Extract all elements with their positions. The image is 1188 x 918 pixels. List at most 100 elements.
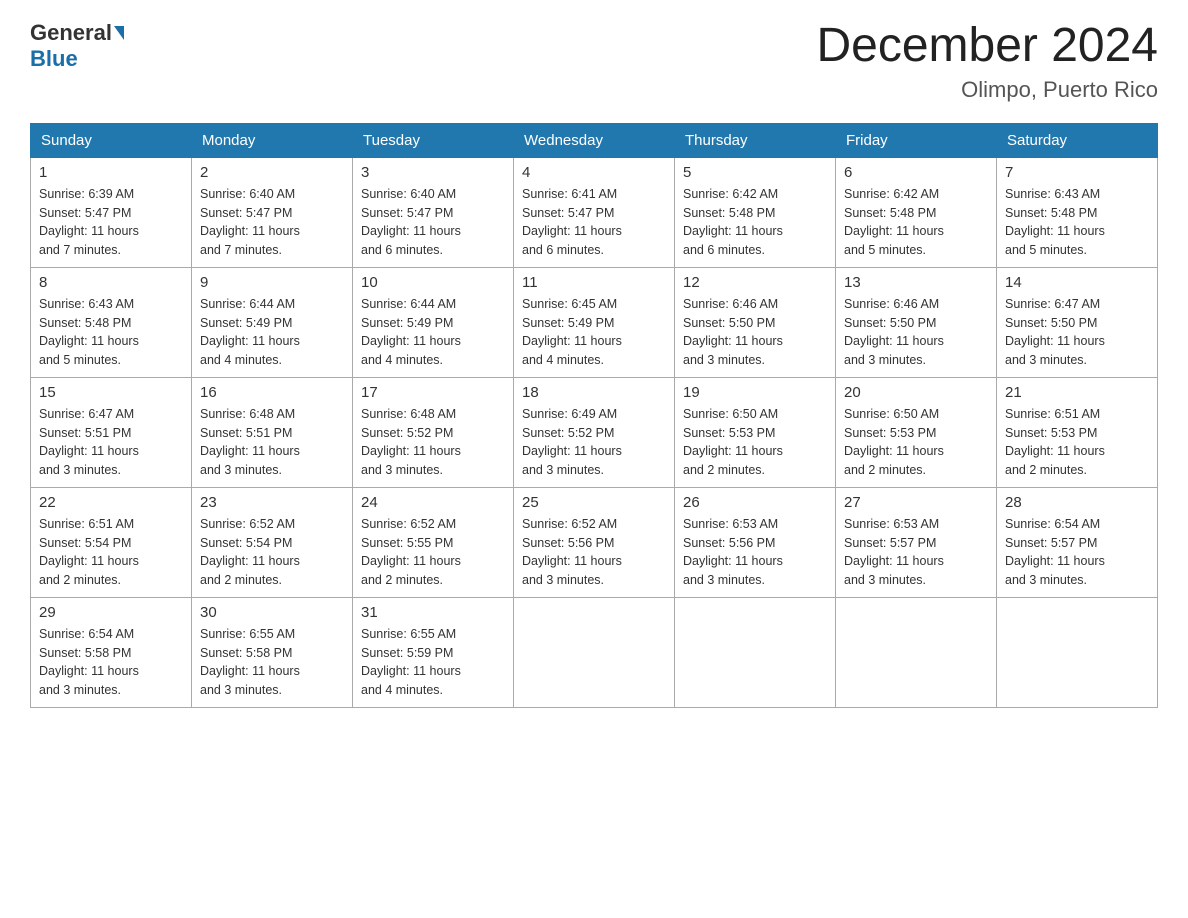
day-number: 17 xyxy=(361,384,505,401)
day-number: 31 xyxy=(361,604,505,621)
calendar-week-3: 15 Sunrise: 6:47 AM Sunset: 5:51 PM Dayl… xyxy=(31,377,1158,487)
day-info: Sunrise: 6:52 AM Sunset: 5:54 PM Dayligh… xyxy=(200,515,344,590)
day-number: 26 xyxy=(683,494,827,511)
day-info: Sunrise: 6:50 AM Sunset: 5:53 PM Dayligh… xyxy=(844,405,988,480)
table-row: 5 Sunrise: 6:42 AM Sunset: 5:48 PM Dayli… xyxy=(675,157,836,267)
calendar-header-row: Sunday Monday Tuesday Wednesday Thursday… xyxy=(31,123,1158,157)
day-number: 15 xyxy=(39,384,183,401)
day-number: 5 xyxy=(683,164,827,181)
table-row: 24 Sunrise: 6:52 AM Sunset: 5:55 PM Dayl… xyxy=(353,487,514,597)
day-info: Sunrise: 6:48 AM Sunset: 5:52 PM Dayligh… xyxy=(361,405,505,480)
day-info: Sunrise: 6:46 AM Sunset: 5:50 PM Dayligh… xyxy=(844,295,988,370)
calendar-week-2: 8 Sunrise: 6:43 AM Sunset: 5:48 PM Dayli… xyxy=(31,267,1158,377)
day-number: 19 xyxy=(683,384,827,401)
day-info: Sunrise: 6:55 AM Sunset: 5:59 PM Dayligh… xyxy=(361,625,505,700)
day-info: Sunrise: 6:48 AM Sunset: 5:51 PM Dayligh… xyxy=(200,405,344,480)
day-info: Sunrise: 6:39 AM Sunset: 5:47 PM Dayligh… xyxy=(39,185,183,260)
day-info: Sunrise: 6:51 AM Sunset: 5:53 PM Dayligh… xyxy=(1005,405,1149,480)
logo-general-text: General xyxy=(30,20,112,46)
table-row xyxy=(836,597,997,707)
col-thursday: Thursday xyxy=(675,123,836,157)
col-tuesday: Tuesday xyxy=(353,123,514,157)
table-row: 7 Sunrise: 6:43 AM Sunset: 5:48 PM Dayli… xyxy=(997,157,1158,267)
table-row: 10 Sunrise: 6:44 AM Sunset: 5:49 PM Dayl… xyxy=(353,267,514,377)
table-row: 22 Sunrise: 6:51 AM Sunset: 5:54 PM Dayl… xyxy=(31,487,192,597)
col-sunday: Sunday xyxy=(31,123,192,157)
table-row: 25 Sunrise: 6:52 AM Sunset: 5:56 PM Dayl… xyxy=(514,487,675,597)
table-row: 6 Sunrise: 6:42 AM Sunset: 5:48 PM Dayli… xyxy=(836,157,997,267)
day-number: 16 xyxy=(200,384,344,401)
day-number: 6 xyxy=(844,164,988,181)
day-info: Sunrise: 6:45 AM Sunset: 5:49 PM Dayligh… xyxy=(522,295,666,370)
day-info: Sunrise: 6:52 AM Sunset: 5:56 PM Dayligh… xyxy=(522,515,666,590)
col-saturday: Saturday xyxy=(997,123,1158,157)
col-friday: Friday xyxy=(836,123,997,157)
day-number: 14 xyxy=(1005,274,1149,291)
day-number: 20 xyxy=(844,384,988,401)
day-number: 12 xyxy=(683,274,827,291)
day-number: 30 xyxy=(200,604,344,621)
table-row: 16 Sunrise: 6:48 AM Sunset: 5:51 PM Dayl… xyxy=(192,377,353,487)
day-info: Sunrise: 6:44 AM Sunset: 5:49 PM Dayligh… xyxy=(361,295,505,370)
day-info: Sunrise: 6:40 AM Sunset: 5:47 PM Dayligh… xyxy=(361,185,505,260)
table-row: 30 Sunrise: 6:55 AM Sunset: 5:58 PM Dayl… xyxy=(192,597,353,707)
table-row: 21 Sunrise: 6:51 AM Sunset: 5:53 PM Dayl… xyxy=(997,377,1158,487)
table-row: 28 Sunrise: 6:54 AM Sunset: 5:57 PM Dayl… xyxy=(997,487,1158,597)
day-number: 25 xyxy=(522,494,666,511)
table-row: 2 Sunrise: 6:40 AM Sunset: 5:47 PM Dayli… xyxy=(192,157,353,267)
day-number: 23 xyxy=(200,494,344,511)
day-info: Sunrise: 6:42 AM Sunset: 5:48 PM Dayligh… xyxy=(844,185,988,260)
table-row: 3 Sunrise: 6:40 AM Sunset: 5:47 PM Dayli… xyxy=(353,157,514,267)
title-area: December 2024 Olimpo, Puerto Rico xyxy=(816,20,1158,103)
day-info: Sunrise: 6:54 AM Sunset: 5:57 PM Dayligh… xyxy=(1005,515,1149,590)
table-row: 15 Sunrise: 6:47 AM Sunset: 5:51 PM Dayl… xyxy=(31,377,192,487)
page-header: General Blue December 2024 Olimpo, Puert… xyxy=(30,20,1158,103)
day-info: Sunrise: 6:53 AM Sunset: 5:57 PM Dayligh… xyxy=(844,515,988,590)
table-row: 29 Sunrise: 6:54 AM Sunset: 5:58 PM Dayl… xyxy=(31,597,192,707)
day-info: Sunrise: 6:44 AM Sunset: 5:49 PM Dayligh… xyxy=(200,295,344,370)
day-info: Sunrise: 6:50 AM Sunset: 5:53 PM Dayligh… xyxy=(683,405,827,480)
logo-blue-text: Blue xyxy=(30,46,78,72)
day-number: 7 xyxy=(1005,164,1149,181)
logo-triangle-icon xyxy=(114,26,124,40)
day-number: 13 xyxy=(844,274,988,291)
day-number: 10 xyxy=(361,274,505,291)
day-info: Sunrise: 6:51 AM Sunset: 5:54 PM Dayligh… xyxy=(39,515,183,590)
day-number: 2 xyxy=(200,164,344,181)
day-info: Sunrise: 6:55 AM Sunset: 5:58 PM Dayligh… xyxy=(200,625,344,700)
table-row: 27 Sunrise: 6:53 AM Sunset: 5:57 PM Dayl… xyxy=(836,487,997,597)
day-number: 4 xyxy=(522,164,666,181)
table-row: 18 Sunrise: 6:49 AM Sunset: 5:52 PM Dayl… xyxy=(514,377,675,487)
location-label: Olimpo, Puerto Rico xyxy=(816,77,1158,103)
table-row xyxy=(997,597,1158,707)
day-number: 8 xyxy=(39,274,183,291)
day-number: 21 xyxy=(1005,384,1149,401)
calendar-week-4: 22 Sunrise: 6:51 AM Sunset: 5:54 PM Dayl… xyxy=(31,487,1158,597)
day-info: Sunrise: 6:53 AM Sunset: 5:56 PM Dayligh… xyxy=(683,515,827,590)
table-row xyxy=(675,597,836,707)
table-row: 1 Sunrise: 6:39 AM Sunset: 5:47 PM Dayli… xyxy=(31,157,192,267)
day-info: Sunrise: 6:49 AM Sunset: 5:52 PM Dayligh… xyxy=(522,405,666,480)
table-row: 13 Sunrise: 6:46 AM Sunset: 5:50 PM Dayl… xyxy=(836,267,997,377)
day-number: 11 xyxy=(522,274,666,291)
day-number: 3 xyxy=(361,164,505,181)
day-info: Sunrise: 6:40 AM Sunset: 5:47 PM Dayligh… xyxy=(200,185,344,260)
table-row: 23 Sunrise: 6:52 AM Sunset: 5:54 PM Dayl… xyxy=(192,487,353,597)
day-number: 28 xyxy=(1005,494,1149,511)
day-info: Sunrise: 6:43 AM Sunset: 5:48 PM Dayligh… xyxy=(39,295,183,370)
day-info: Sunrise: 6:43 AM Sunset: 5:48 PM Dayligh… xyxy=(1005,185,1149,260)
day-info: Sunrise: 6:47 AM Sunset: 5:50 PM Dayligh… xyxy=(1005,295,1149,370)
day-number: 1 xyxy=(39,164,183,181)
table-row: 11 Sunrise: 6:45 AM Sunset: 5:49 PM Dayl… xyxy=(514,267,675,377)
day-number: 24 xyxy=(361,494,505,511)
calendar-table: Sunday Monday Tuesday Wednesday Thursday… xyxy=(30,123,1158,708)
day-info: Sunrise: 6:42 AM Sunset: 5:48 PM Dayligh… xyxy=(683,185,827,260)
logo: General Blue xyxy=(30,20,126,72)
day-number: 9 xyxy=(200,274,344,291)
table-row: 9 Sunrise: 6:44 AM Sunset: 5:49 PM Dayli… xyxy=(192,267,353,377)
table-row: 14 Sunrise: 6:47 AM Sunset: 5:50 PM Dayl… xyxy=(997,267,1158,377)
day-info: Sunrise: 6:41 AM Sunset: 5:47 PM Dayligh… xyxy=(522,185,666,260)
calendar-week-5: 29 Sunrise: 6:54 AM Sunset: 5:58 PM Dayl… xyxy=(31,597,1158,707)
calendar-week-1: 1 Sunrise: 6:39 AM Sunset: 5:47 PM Dayli… xyxy=(31,157,1158,267)
day-info: Sunrise: 6:46 AM Sunset: 5:50 PM Dayligh… xyxy=(683,295,827,370)
